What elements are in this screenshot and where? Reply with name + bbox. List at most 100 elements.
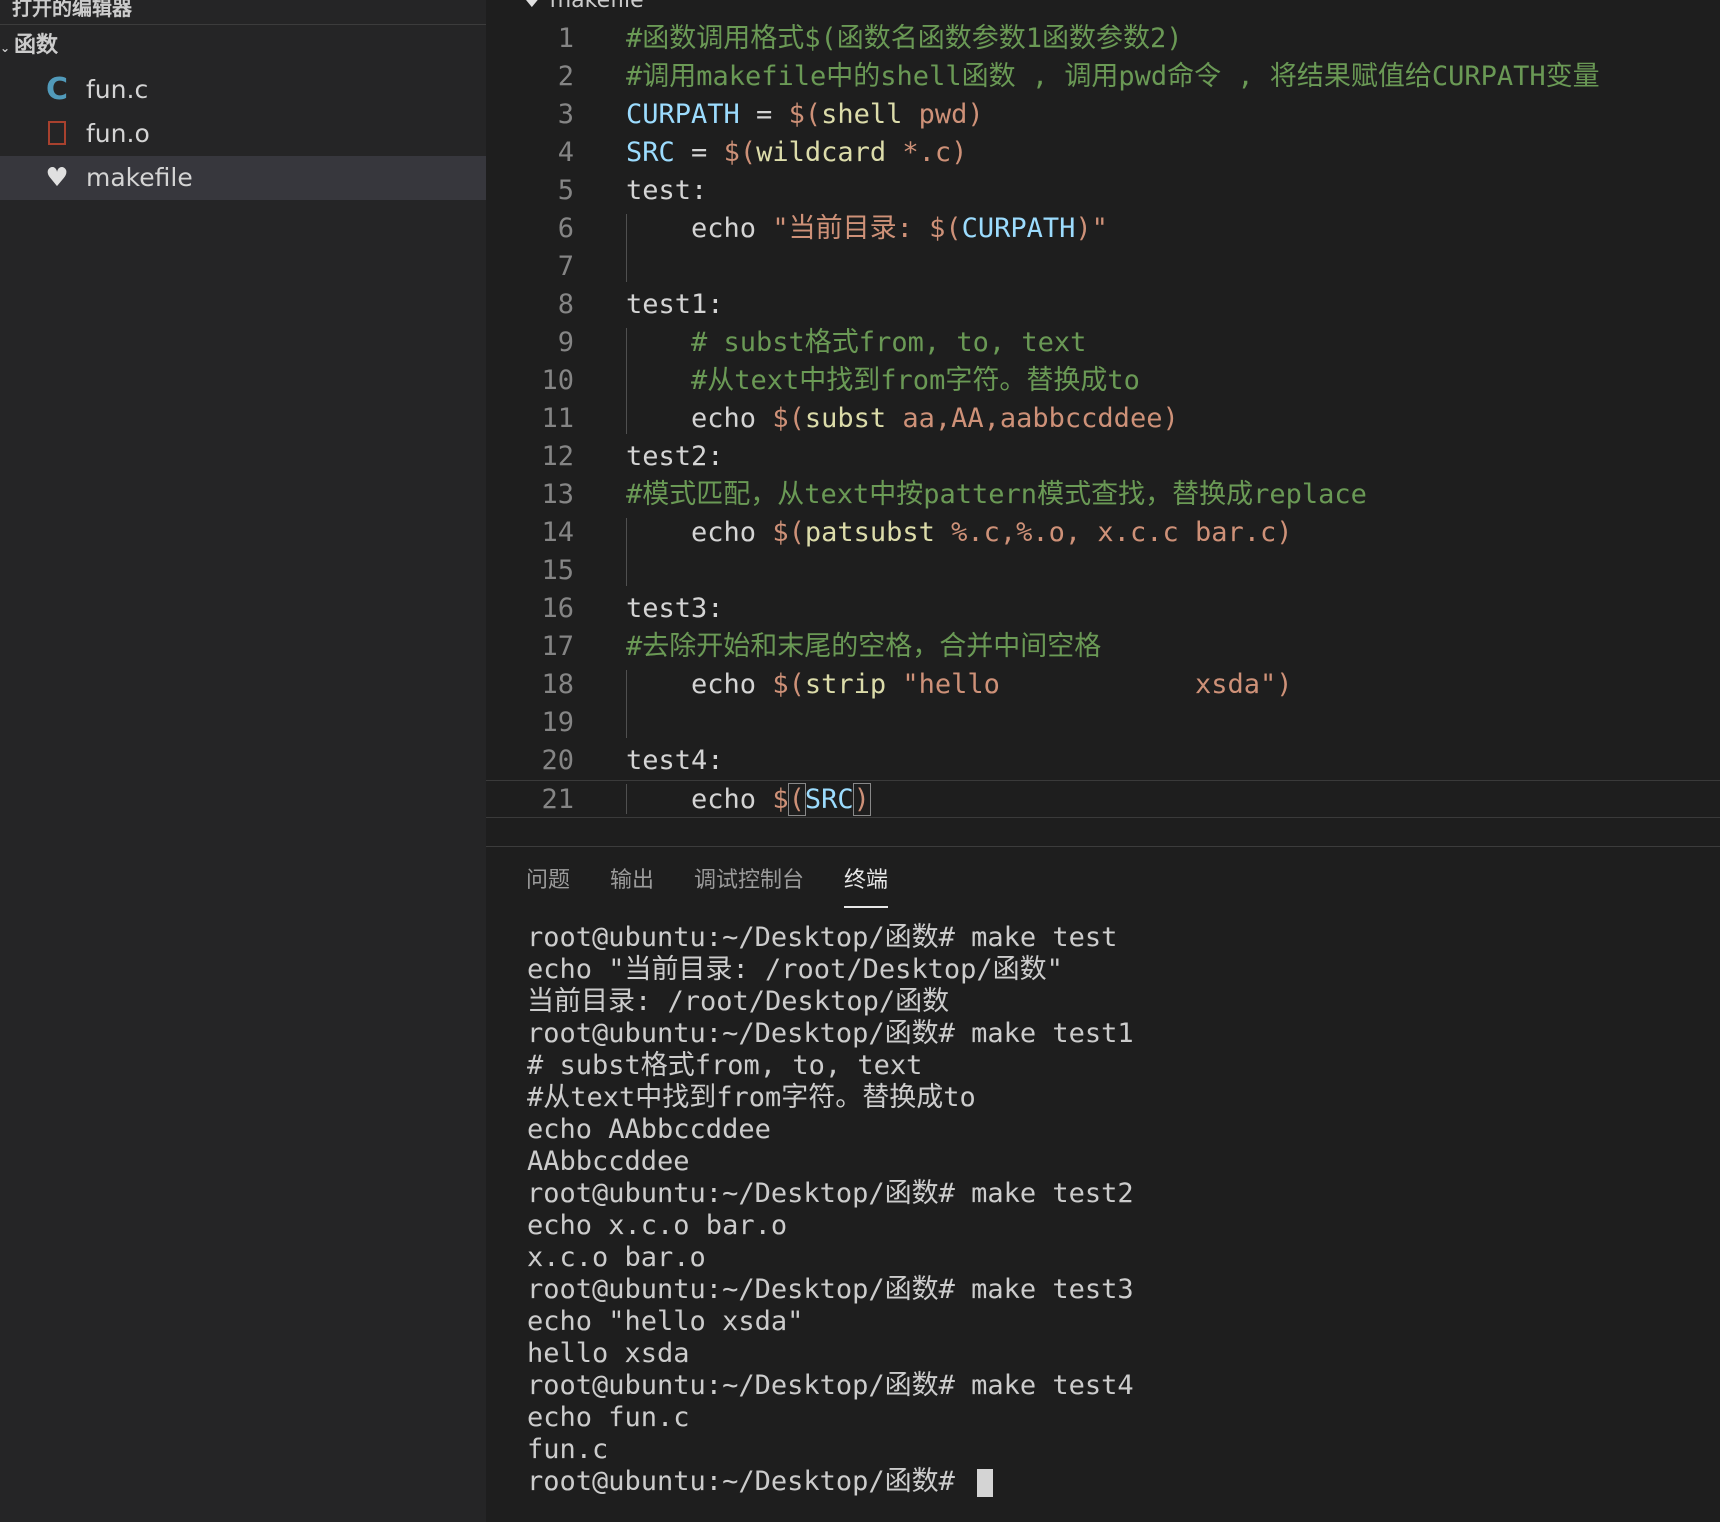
terminal-text: 当前目录: /root/Desktop/函数 [527, 986, 950, 1017]
code-token: = [674, 137, 724, 168]
code-token: )" [1075, 213, 1108, 244]
terminal-text: x.c.o bar.o [527, 1242, 706, 1273]
terminal-text: hello xsda [527, 1338, 690, 1369]
terminal-output[interactable]: root@ubuntu:~/Desktop/函数# make test echo … [527, 922, 1134, 1498]
code-line[interactable]: 15 [486, 552, 1720, 590]
code-line[interactable]: 17 #去除开始和末尾的空格，合并中间空格 [486, 628, 1720, 666]
code-line[interactable]: 2 #调用makefile中的shell函数 , 调用pwd命令 , 将结果赋值给… [486, 58, 1720, 96]
code-token: *.c) [886, 137, 968, 168]
code-text: echo $(subst aa,AA,aabbccddee) [626, 400, 1179, 438]
tab-problems[interactable]: 问题 [526, 862, 570, 894]
code-line[interactable]: 18 echo $(strip "hello xsda") [486, 666, 1720, 704]
code-token: echo [626, 517, 773, 548]
code-line[interactable]: 16 test3: [486, 590, 1720, 628]
code-token: #调用makefile中的shell函数 , 调用pwd命令 , 将结果赋值给C… [626, 61, 1600, 92]
code-token: echo [626, 213, 773, 244]
code-text: #函数调用格式$(函数名函数参数1函数参数2) [626, 20, 1183, 58]
c-file-icon: C [45, 72, 69, 107]
tab-output[interactable]: 输出 [610, 862, 654, 894]
code-line[interactable]: 9 # subst格式from, to, text [486, 324, 1720, 362]
code-line[interactable]: 4 SRC = $(wildcard *.c) [486, 134, 1720, 172]
file-item-fun-o[interactable]: fun.o [0, 112, 486, 156]
code-text: echo "当前目录: $(CURPATH)" [626, 210, 1108, 248]
terminal-line: echo x.c.o bar.o [527, 1210, 1134, 1242]
file-item-fun-c[interactable]: C fun.c [0, 68, 486, 112]
line-number: 6 [557, 213, 574, 244]
code-token: $( [772, 669, 805, 700]
file-label: makefile [86, 163, 193, 192]
terminal-line: echo "hello xsda" [527, 1306, 1134, 1338]
terminal-line: 当前目录: /root/Desktop/函数 [527, 986, 1134, 1018]
code-token: $( [723, 137, 757, 168]
terminal-line: # subst格式from, to, text [527, 1050, 1134, 1082]
line-number: 8 [557, 289, 574, 320]
terminal-text: root@ubuntu:~/Desktop/函数# make test4 [527, 1370, 1134, 1401]
tab-terminal[interactable]: 终端 [844, 862, 889, 908]
code-line[interactable]: 3 CURPATH = $(shell pwd) [486, 96, 1720, 134]
line-number: 4 [557, 137, 574, 168]
code-text: echo $(patsubst %.c,%.o, x.c.c bar.c) [626, 514, 1293, 552]
binary-file-icon [44, 112, 70, 159]
code-line[interactable]: 1 #函数调用格式$(函数名函数参数1函数参数2) [486, 20, 1720, 58]
terminal-text: AAbbccddee [527, 1146, 690, 1177]
code-token: echo [626, 669, 773, 700]
code-line[interactable]: 6 echo "当前目录: $(CURPATH)" [486, 210, 1720, 248]
code-token: echo [626, 784, 773, 815]
terminal-text: root@ubuntu:~/Desktop/函数# [527, 1466, 972, 1497]
code-text: # subst格式from, to, text [626, 324, 1086, 362]
code-text: test: [626, 172, 707, 210]
code-token: test: [626, 175, 708, 206]
terminal-text: echo "hello xsda" [527, 1306, 804, 1337]
terminal-text: #从text中找到from字符。替换成to [527, 1082, 976, 1113]
code-line[interactable]: 7 [486, 248, 1720, 286]
panel-divider [486, 846, 1720, 847]
terminal-text: fun.c [527, 1434, 609, 1465]
line-number: 17 [541, 631, 574, 662]
code-token: %.c,%.o, x.c.c bar.c) [934, 517, 1293, 548]
code-line[interactable]: 21 echo $(SRC) [486, 780, 1720, 818]
terminal-line: fun.c [527, 1434, 1134, 1466]
editor-tab-title: makefile [549, 0, 644, 13]
indent-guide [626, 214, 627, 282]
code-line[interactable]: 20 test4: [486, 742, 1720, 780]
code-line[interactable]: 19 [486, 704, 1720, 742]
code-line[interactable]: 11 echo $(subst aa,AA,aabbccddee) [486, 400, 1720, 438]
code-token: $ [772, 784, 789, 815]
terminal-cursor [977, 1468, 994, 1497]
terminal-line: #从text中找到from字符。替换成to [527, 1082, 1134, 1114]
code-token: $( [772, 517, 805, 548]
code-token: echo [626, 403, 773, 434]
code-line[interactable]: 12 test2: [486, 438, 1720, 476]
terminal-line: root@ubuntu:~/Desktop/函数# make test3 [527, 1274, 1134, 1306]
code-text: SRC = $(wildcard *.c) [626, 134, 967, 172]
terminal-line: echo "当前目录: /root/Desktop/函数" [527, 954, 1134, 986]
line-number: 5 [557, 175, 574, 206]
code-text: echo $(strip "hello xsda") [626, 666, 1292, 704]
open-editors-header[interactable]: 打开的编辑器 [12, 0, 132, 21]
terminal-line: echo fun.c [527, 1402, 1134, 1434]
folder-row[interactable]: ⌄ 函数 [0, 30, 58, 62]
code-token: SRC [804, 784, 854, 815]
tab-debug-console[interactable]: 调试控制台 [694, 862, 804, 894]
editor-tab[interactable]: ♥ makefile [522, 0, 644, 13]
code-editor[interactable]: 1 #函数调用格式$(函数名函数参数1函数参数2) 2 #调用makefile中的sh… [486, 20, 1720, 846]
code-token: $( [929, 213, 962, 244]
line-number: 14 [541, 517, 574, 548]
code-line[interactable]: 10 #从text中找到from字符。替换成to [486, 362, 1720, 400]
code-line[interactable]: 8 test1: [486, 286, 1720, 324]
code-token: wildcard [756, 137, 887, 168]
line-number: 18 [541, 669, 574, 700]
code-text: CURPATH = $(shell pwd) [626, 96, 984, 134]
code-token: #函数调用格式$(函数名函数参数1函数参数2) [626, 23, 1183, 54]
code-line[interactable]: 5 test: [486, 172, 1720, 210]
code-token: shell [821, 99, 903, 130]
code-line[interactable]: 13 #模式匹配，从text中按pattern模式查找，替换成replace [486, 476, 1720, 514]
file-item-makefile[interactable]: ♥ makefile [0, 156, 486, 200]
terminal-text: root@ubuntu:~/Desktop/函数# make test3 [527, 1274, 1134, 1305]
code-token: CURPATH [626, 99, 740, 130]
code-line[interactable]: 14 echo $(patsubst %.c,%.o, x.c.c bar.c) [486, 514, 1720, 552]
line-number: 20 [541, 745, 574, 776]
code-token: test3: [626, 593, 724, 624]
code-token: $( [788, 99, 822, 130]
code-token: test1: [626, 289, 724, 320]
